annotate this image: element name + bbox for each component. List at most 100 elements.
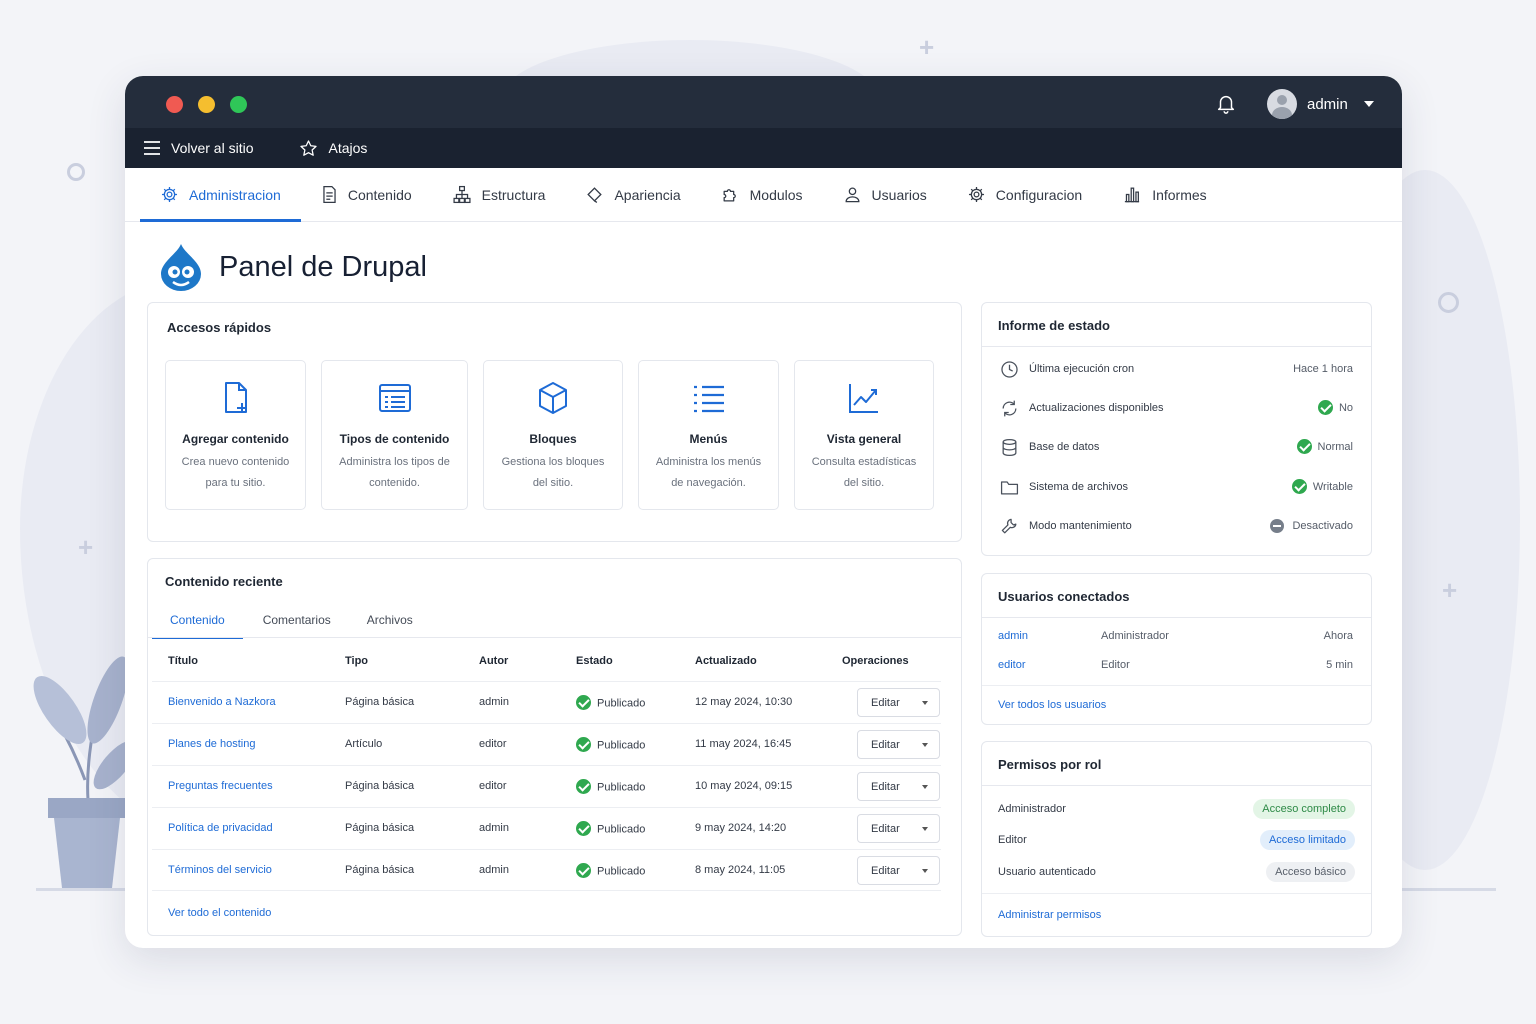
status-value: Writable xyxy=(1312,481,1353,493)
edit-dropdown-button[interactable]: Editar xyxy=(857,688,940,717)
user-menu[interactable]: admin xyxy=(1267,89,1374,119)
quick-item-title: Agregar contenido xyxy=(182,432,289,446)
tab-administracion[interactable]: Administracion xyxy=(140,168,301,222)
sitemap-icon xyxy=(453,185,471,204)
content-title-link[interactable]: Preguntas frecuentes xyxy=(168,780,273,792)
status-label: Actualizaciones disponibles xyxy=(1029,402,1164,414)
maximize-window-button[interactable] xyxy=(230,96,247,113)
tab-contenido[interactable]: Contenido xyxy=(301,168,432,221)
puzzle-icon xyxy=(723,189,736,202)
tab-modulos[interactable]: Modulos xyxy=(701,168,823,221)
view-all-content-link[interactable]: Ver todo el contenido xyxy=(168,907,271,919)
page-header: Panel de Drupal xyxy=(159,242,427,292)
tab-label: Modulos xyxy=(749,186,803,203)
edit-dropdown-button[interactable]: Editar xyxy=(857,814,940,843)
quick-menus[interactable]: Menús Administra los menús de navegación. xyxy=(638,360,779,510)
tab-label: Configuracion xyxy=(995,186,1083,203)
star-icon xyxy=(300,139,318,156)
divider xyxy=(982,785,1371,786)
content-status: Publicado xyxy=(597,865,646,878)
shortcuts-link[interactable]: Atajos xyxy=(299,139,367,158)
content-title-link[interactable]: Términos del servicio xyxy=(168,864,272,876)
content-updated: 12 may 2024, 10:30 xyxy=(695,696,793,708)
back-to-site-link[interactable]: Volver al sitio xyxy=(143,140,253,156)
quick-blocks[interactable]: Bloques Gestiona los bloques del sitio. xyxy=(483,360,623,510)
chevron-down-icon xyxy=(922,743,928,747)
quick-item-desc: Crea nuevo contenido xyxy=(181,456,290,468)
quick-item-title: Bloques xyxy=(529,432,577,446)
role-name: Administrador xyxy=(998,803,1066,815)
manage-permissions-link[interactable]: Administrar permisos xyxy=(998,909,1101,921)
content-title-link[interactable]: Bienvenido a Nazkora xyxy=(168,696,276,708)
edit-dropdown-button[interactable]: Editar xyxy=(857,856,940,885)
status-row-updates: Actualizaciones disponibles No xyxy=(1000,398,1353,418)
close-window-button[interactable] xyxy=(166,96,183,113)
chevron-down-icon xyxy=(922,701,928,705)
check-circle-icon xyxy=(576,695,591,710)
edit-label: Editar xyxy=(871,696,900,709)
content-type: Página básica xyxy=(345,822,415,834)
status-value: Desactivado xyxy=(1292,520,1353,532)
quick-item-desc: para tu sitio. xyxy=(205,477,266,489)
tab-comentarios[interactable]: Comentarios xyxy=(243,603,349,637)
quick-overview[interactable]: Vista general Consulta estadísticas del s… xyxy=(794,360,934,510)
tab-configuracion[interactable]: Configuracion xyxy=(947,168,1102,221)
quick-add-content[interactable]: Agregar contenido Crea nuevo contenido pa… xyxy=(165,360,306,510)
tab-estructura[interactable]: Estructura xyxy=(432,168,566,221)
tab-archivos[interactable]: Archivos xyxy=(349,603,431,637)
tab-label: Administracion xyxy=(189,186,281,203)
tab-usuarios[interactable]: Usuarios xyxy=(823,168,947,221)
avatar xyxy=(1267,89,1297,119)
user-time: 5 min xyxy=(1326,659,1353,671)
quick-item-title: Vista general xyxy=(826,432,902,446)
quick-item-desc: del sitio. xyxy=(843,477,885,489)
quick-item-desc: Administra los menús xyxy=(655,456,762,468)
admin-toolbar: Volver al sitio Atajos xyxy=(125,128,1402,168)
user-link[interactable]: admin xyxy=(998,630,1028,642)
gear-icon xyxy=(161,186,178,203)
tab-contenido-reciente[interactable]: Contenido xyxy=(152,603,243,639)
column-header: Estado xyxy=(576,655,613,667)
status-value: Hace 1 hora xyxy=(1293,363,1353,375)
role-name: Usuario autenticado xyxy=(998,866,1096,878)
quick-access-title: Accesos rápidos xyxy=(167,320,272,335)
tab-informes[interactable]: Informes xyxy=(1102,168,1226,221)
quick-content-types[interactable]: Tipos de contenido Administra los tipos … xyxy=(321,360,468,510)
access-badge: Acceso limitado xyxy=(1259,830,1355,850)
status-label: Modo mantenimiento xyxy=(1029,520,1132,532)
edit-dropdown-button[interactable]: Editar xyxy=(857,772,940,801)
refresh-icon xyxy=(1002,400,1017,416)
online-users-card: Usuarios conectados admin Administrador … xyxy=(981,573,1372,725)
column-header: Operaciones xyxy=(842,655,909,667)
database-icon xyxy=(1002,438,1017,456)
user-link[interactable]: editor xyxy=(998,659,1026,671)
main-nav-tabs: Administracion Contenido Estructura Apar… xyxy=(125,168,1402,222)
title-bar: admin xyxy=(125,76,1402,128)
online-user-row: admin Administrador Ahora xyxy=(998,630,1353,650)
minimize-window-button[interactable] xyxy=(198,96,215,113)
drupal-logo-icon xyxy=(161,244,201,291)
wrench-icon xyxy=(1001,518,1017,533)
role-permissions-card: Permisos por rol Administrador Acceso co… xyxy=(981,741,1372,937)
content-title-link[interactable]: Planes de hosting xyxy=(168,738,255,750)
edit-label: Editar xyxy=(871,864,900,877)
bar-chart-icon xyxy=(1125,187,1140,203)
tab-apariencia[interactable]: Apariencia xyxy=(565,168,700,221)
column-header: Título xyxy=(168,655,198,667)
column-header: Actualizado xyxy=(695,655,757,667)
content-author: editor xyxy=(479,780,507,792)
content-type: Página básica xyxy=(345,696,415,708)
hamburger-icon xyxy=(144,141,160,155)
column-header: Tipo xyxy=(345,655,369,667)
bell-icon[interactable] xyxy=(1215,92,1237,114)
tab-label: Contenido xyxy=(347,186,412,203)
plus-decoration-icon: + xyxy=(1442,575,1458,605)
paint-icon xyxy=(587,187,603,203)
content-title-link[interactable]: Política de privacidad xyxy=(168,822,273,834)
view-all-users-link[interactable]: Ver todos los usuarios xyxy=(998,699,1106,711)
edit-dropdown-button[interactable]: Editar xyxy=(857,730,940,759)
content-author: admin xyxy=(479,822,509,834)
table-row: Planes de hosting Artículo editor Public… xyxy=(152,723,941,765)
user-time: Ahora xyxy=(1323,630,1353,642)
divider xyxy=(982,893,1371,894)
